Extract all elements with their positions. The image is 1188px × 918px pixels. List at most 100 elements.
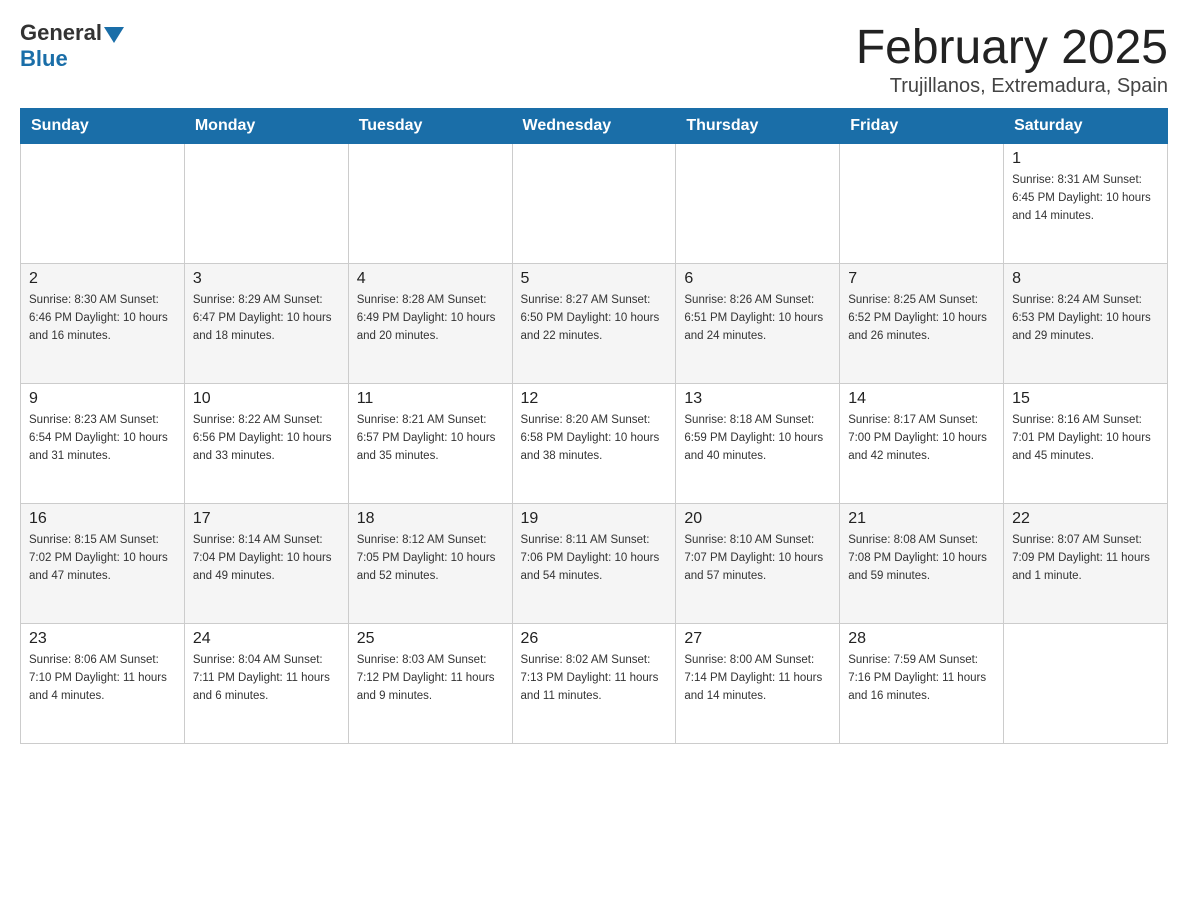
table-row: 8 Sunrise: 8:24 AM Sunset: 6:53 PM Daylig… xyxy=(1004,264,1168,384)
day-info: Sunrise: 8:27 AM Sunset: 6:50 PM Dayligh… xyxy=(521,292,668,345)
col-sunday: Sunday xyxy=(21,109,185,144)
table-row: 25 Sunrise: 8:03 AM Sunset: 7:12 PM Dayli… xyxy=(348,624,512,744)
day-number: 26 xyxy=(521,630,668,648)
table-row xyxy=(21,144,185,264)
table-row: 10 Sunrise: 8:22 AM Sunset: 6:56 PM Dayli… xyxy=(184,384,348,504)
table-row xyxy=(676,144,840,264)
table-row: 22 Sunrise: 8:07 AM Sunset: 7:09 PM Dayli… xyxy=(1004,504,1168,624)
day-number: 10 xyxy=(193,390,340,408)
col-friday: Friday xyxy=(840,109,1004,144)
day-info: Sunrise: 7:59 AM Sunset: 7:16 PM Dayligh… xyxy=(848,652,995,705)
day-number: 14 xyxy=(848,390,995,408)
day-number: 1 xyxy=(1012,150,1159,168)
day-number: 9 xyxy=(29,390,176,408)
day-number: 22 xyxy=(1012,510,1159,528)
day-number: 6 xyxy=(684,270,831,288)
table-row: 1 Sunrise: 8:31 AM Sunset: 6:45 PM Daylig… xyxy=(1004,144,1168,264)
day-info: Sunrise: 8:11 AM Sunset: 7:06 PM Dayligh… xyxy=(521,532,668,585)
table-row: 11 Sunrise: 8:21 AM Sunset: 6:57 PM Dayli… xyxy=(348,384,512,504)
table-row: 19Sunrise: 8:11 AM Sunset: 7:06 PM Dayli… xyxy=(512,504,676,624)
day-info: Sunrise: 8:02 AM Sunset: 7:13 PM Dayligh… xyxy=(521,652,668,705)
day-info: Sunrise: 8:03 AM Sunset: 7:12 PM Dayligh… xyxy=(357,652,504,705)
table-row: 27 Sunrise: 8:00 AM Sunset: 7:14 PM Dayli… xyxy=(676,624,840,744)
table-row: 12Sunrise: 8:20 AM Sunset: 6:58 PM Dayli… xyxy=(512,384,676,504)
day-info: Sunrise: 8:10 AM Sunset: 7:07 PM Dayligh… xyxy=(684,532,831,585)
day-info: Sunrise: 8:21 AM Sunset: 6:57 PM Dayligh… xyxy=(357,412,504,465)
col-monday: Monday xyxy=(184,109,348,144)
day-info: Sunrise: 8:15 AM Sunset: 7:02 PM Dayligh… xyxy=(29,532,176,585)
day-number: 3 xyxy=(193,270,340,288)
day-number: 7 xyxy=(848,270,995,288)
logo-arrow-icon xyxy=(104,27,124,43)
day-info: Sunrise: 8:31 AM Sunset: 6:45 PM Dayligh… xyxy=(1012,172,1159,225)
day-number: 8 xyxy=(1012,270,1159,288)
table-row: 5 Sunrise: 8:27 AM Sunset: 6:50 PM Daylig… xyxy=(512,264,676,384)
day-number: 21 xyxy=(848,510,995,528)
table-row xyxy=(348,144,512,264)
day-info: Sunrise: 8:04 AM Sunset: 7:11 PM Dayligh… xyxy=(193,652,340,705)
logo-general: General xyxy=(20,20,124,46)
table-row: 17 Sunrise: 8:14 AM Sunset: 7:04 PM Dayli… xyxy=(184,504,348,624)
table-row: 15 Sunrise: 8:16 AM Sunset: 7:01 PM Dayli… xyxy=(1004,384,1168,504)
table-row: 2 Sunrise: 8:30 AM Sunset: 6:46 PM Daylig… xyxy=(21,264,185,384)
table-row: 28 Sunrise: 7:59 AM Sunset: 7:16 PM Dayli… xyxy=(840,624,1004,744)
table-row: 7 Sunrise: 8:25 AM Sunset: 6:52 PM Daylig… xyxy=(840,264,1004,384)
day-info: Sunrise: 8:28 AM Sunset: 6:49 PM Dayligh… xyxy=(357,292,504,345)
calendar-week-row: 9 Sunrise: 8:23 AM Sunset: 6:54 PM Daylig… xyxy=(21,384,1168,504)
table-row: 4Sunrise: 8:28 AM Sunset: 6:49 PM Daylig… xyxy=(348,264,512,384)
page-header: General Blue February 2025 Trujillanos, … xyxy=(20,20,1168,98)
col-wednesday: Wednesday xyxy=(512,109,676,144)
day-number: 28 xyxy=(848,630,995,648)
calendar-title: February 2025 xyxy=(856,20,1168,75)
day-info: Sunrise: 8:23 AM Sunset: 6:54 PM Dayligh… xyxy=(29,412,176,465)
table-row: 21Sunrise: 8:08 AM Sunset: 7:08 PM Dayli… xyxy=(840,504,1004,624)
title-block: February 2025 Trujillanos, Extremadura, … xyxy=(856,20,1168,98)
day-info: Sunrise: 8:25 AM Sunset: 6:52 PM Dayligh… xyxy=(848,292,995,345)
day-info: Sunrise: 8:26 AM Sunset: 6:51 PM Dayligh… xyxy=(684,292,831,345)
table-row xyxy=(1004,624,1168,744)
day-info: Sunrise: 8:22 AM Sunset: 6:56 PM Dayligh… xyxy=(193,412,340,465)
day-info: Sunrise: 8:18 AM Sunset: 6:59 PM Dayligh… xyxy=(684,412,831,465)
day-number: 2 xyxy=(29,270,176,288)
calendar-week-row: 1 Sunrise: 8:31 AM Sunset: 6:45 PM Daylig… xyxy=(21,144,1168,264)
day-info: Sunrise: 8:16 AM Sunset: 7:01 PM Dayligh… xyxy=(1012,412,1159,465)
day-number: 17 xyxy=(193,510,340,528)
col-thursday: Thursday xyxy=(676,109,840,144)
table-row xyxy=(840,144,1004,264)
day-info: Sunrise: 8:00 AM Sunset: 7:14 PM Dayligh… xyxy=(684,652,831,705)
col-tuesday: Tuesday xyxy=(348,109,512,144)
day-number: 5 xyxy=(521,270,668,288)
day-number: 27 xyxy=(684,630,831,648)
logo: General Blue xyxy=(20,20,124,72)
day-number: 25 xyxy=(357,630,504,648)
table-row: 13 Sunrise: 8:18 AM Sunset: 6:59 PM Dayli… xyxy=(676,384,840,504)
day-info: Sunrise: 8:07 AM Sunset: 7:09 PM Dayligh… xyxy=(1012,532,1159,585)
table-row: 26 Sunrise: 8:02 AM Sunset: 7:13 PM Dayli… xyxy=(512,624,676,744)
day-info: Sunrise: 8:12 AM Sunset: 7:05 PM Dayligh… xyxy=(357,532,504,585)
logo-text-general: General xyxy=(20,20,102,46)
day-info: Sunrise: 8:17 AM Sunset: 7:00 PM Dayligh… xyxy=(848,412,995,465)
day-number: 13 xyxy=(684,390,831,408)
col-saturday: Saturday xyxy=(1004,109,1168,144)
calendar-subtitle: Trujillanos, Extremadura, Spain xyxy=(856,75,1168,98)
logo-text-blue: Blue xyxy=(20,46,68,72)
table-row: 14 Sunrise: 8:17 AM Sunset: 7:00 PM Dayli… xyxy=(840,384,1004,504)
calendar-table: Sunday Monday Tuesday Wednesday Thursday… xyxy=(20,108,1168,744)
table-row: 20Sunrise: 8:10 AM Sunset: 7:07 PM Dayli… xyxy=(676,504,840,624)
day-info: Sunrise: 8:20 AM Sunset: 6:58 PM Dayligh… xyxy=(521,412,668,465)
day-number: 23 xyxy=(29,630,176,648)
day-info: Sunrise: 8:14 AM Sunset: 7:04 PM Dayligh… xyxy=(193,532,340,585)
day-number: 15 xyxy=(1012,390,1159,408)
day-number: 11 xyxy=(357,390,504,408)
calendar-week-row: 23Sunrise: 8:06 AM Sunset: 7:10 PM Dayli… xyxy=(21,624,1168,744)
day-number: 18 xyxy=(357,510,504,528)
calendar-week-row: 16 Sunrise: 8:15 AM Sunset: 7:02 PM Dayli… xyxy=(21,504,1168,624)
day-number: 16 xyxy=(29,510,176,528)
table-row: 6 Sunrise: 8:26 AM Sunset: 6:51 PM Daylig… xyxy=(676,264,840,384)
day-info: Sunrise: 8:29 AM Sunset: 6:47 PM Dayligh… xyxy=(193,292,340,345)
table-row: 24Sunrise: 8:04 AM Sunset: 7:11 PM Dayli… xyxy=(184,624,348,744)
day-info: Sunrise: 8:24 AM Sunset: 6:53 PM Dayligh… xyxy=(1012,292,1159,345)
table-row xyxy=(184,144,348,264)
table-row: 9 Sunrise: 8:23 AM Sunset: 6:54 PM Daylig… xyxy=(21,384,185,504)
day-info: Sunrise: 8:30 AM Sunset: 6:46 PM Dayligh… xyxy=(29,292,176,345)
